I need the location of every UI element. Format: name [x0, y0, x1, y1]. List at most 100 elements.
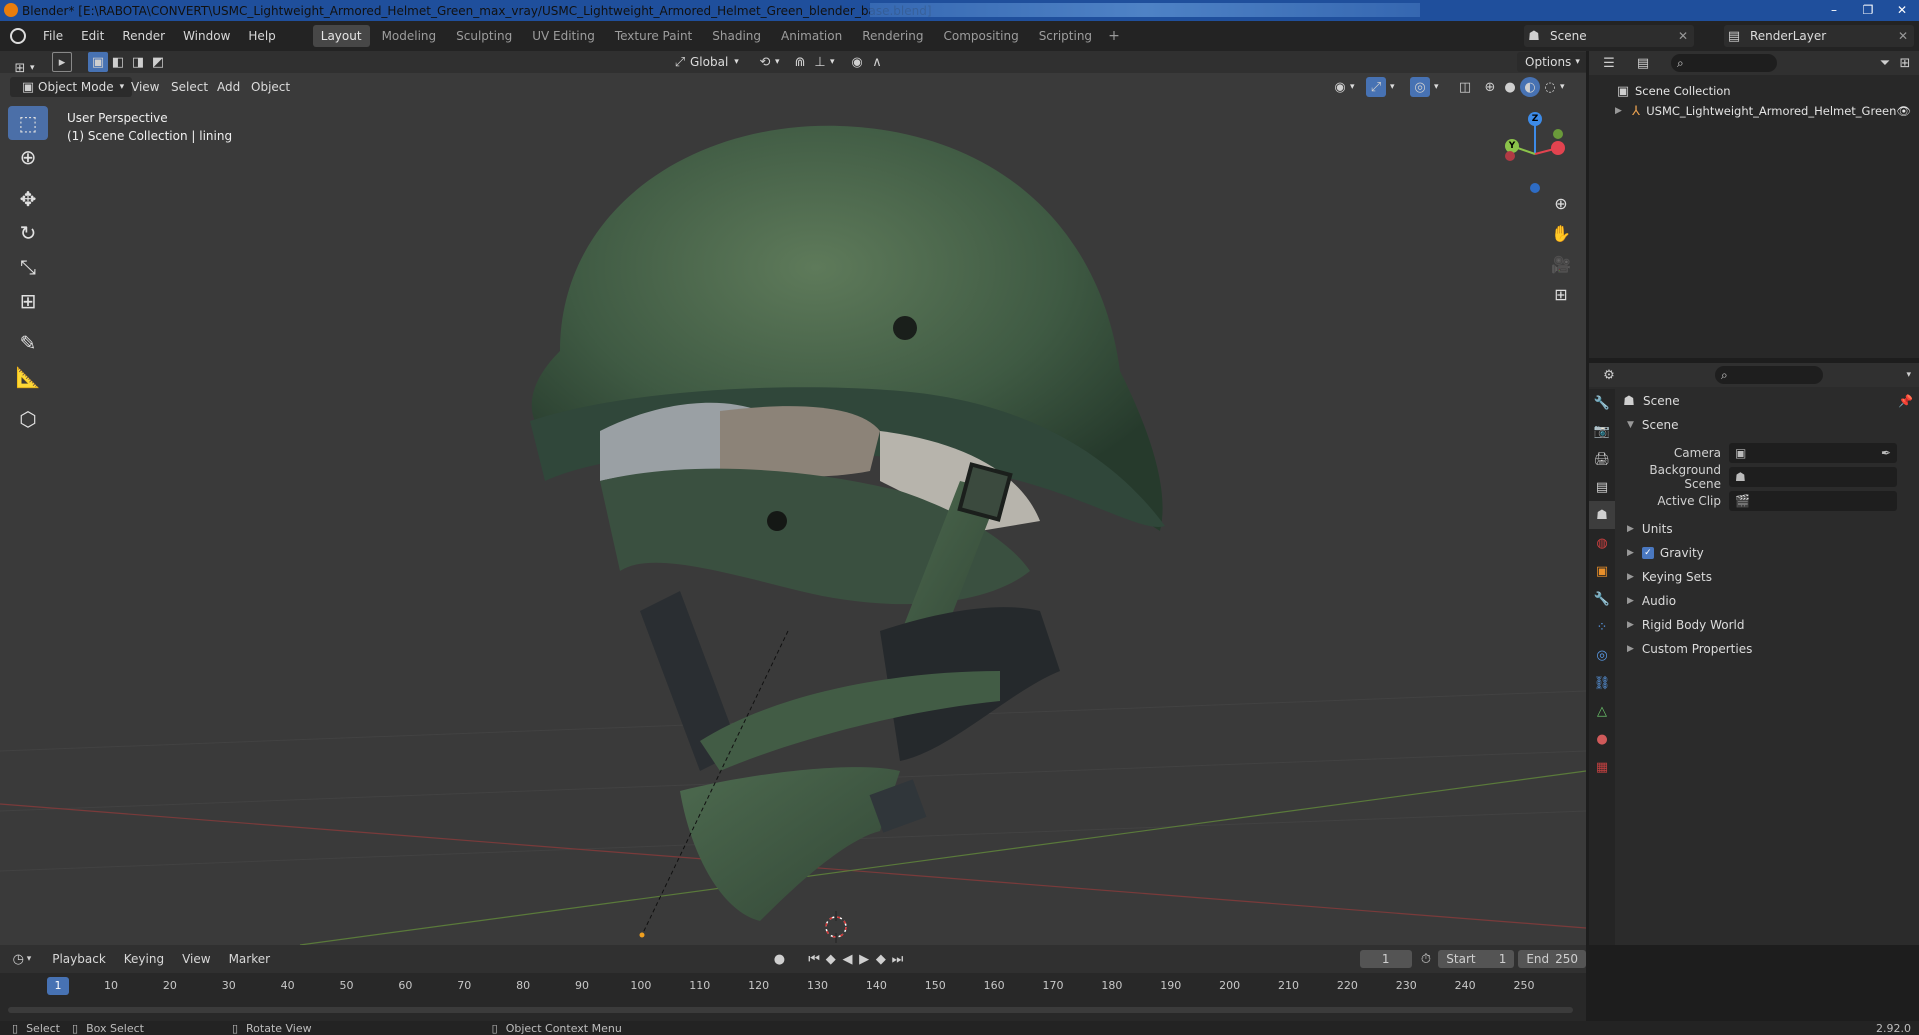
- 3d-viewport[interactable]: ⊞ ▾ ▸ ▣ ◧ ◨ ◩ ⤢ Global ▾ ⟲ ▾ ⋒ ⊥ ▾ ◉ ∧ Options ▾ …: [0, 51, 1586, 945]
- select-tool-icon[interactable]: ▸: [52, 52, 72, 72]
- close-button[interactable]: ✕: [1885, 0, 1919, 21]
- expand-arrow-icon[interactable]: ▶: [1615, 106, 1622, 116]
- shading-modes[interactable]: ⊕ ● ◐ ◌ ▾: [1480, 77, 1565, 97]
- wireframe-shading-icon[interactable]: ⊕: [1480, 77, 1500, 97]
- menu-render[interactable]: Render: [113, 29, 174, 43]
- gravity-panel[interactable]: ▶ ✓ Gravity: [1619, 541, 1919, 565]
- proportional-edit-icon[interactable]: ◉ ∧: [847, 52, 887, 72]
- cursor-tool-icon[interactable]: ⊕: [8, 140, 48, 174]
- tab-rendering[interactable]: Rendering: [854, 25, 931, 47]
- timeline-menu-playback[interactable]: Playback: [43, 952, 115, 966]
- editor-type-icon[interactable]: ⊞ ▾: [10, 58, 35, 78]
- display-mode-icon[interactable]: ▤: [1633, 53, 1653, 73]
- timeline-menu-view[interactable]: View: [173, 952, 219, 966]
- viewport-menu-select[interactable]: Select: [171, 77, 208, 97]
- constraints-tab-icon[interactable]: ⛓: [1589, 669, 1615, 697]
- viewport-menu-object[interactable]: Object: [251, 77, 290, 97]
- start-frame-field[interactable]: Start 1: [1438, 950, 1515, 968]
- keying-sets-panel[interactable]: ▶ Keying Sets: [1619, 565, 1919, 589]
- timeline-editor[interactable]: ◷ ▾ Playback Keying View Marker ● ⏮ ◆ ◀ …: [0, 945, 1587, 1021]
- scene-selector[interactable]: ☗ Scene ✕: [1524, 25, 1694, 47]
- material-tab-icon[interactable]: ●: [1589, 725, 1615, 753]
- custom-properties-panel[interactable]: ▶ Custom Properties: [1619, 637, 1919, 661]
- units-panel[interactable]: ▶ Units: [1619, 517, 1919, 541]
- menu-help[interactable]: Help: [239, 29, 284, 43]
- snap-icon[interactable]: ⋒ ⊥ ▾: [790, 52, 835, 72]
- end-frame-field[interactable]: End 250: [1518, 950, 1587, 968]
- menu-file[interactable]: File: [34, 29, 72, 43]
- material-shading-icon[interactable]: ◐: [1520, 77, 1540, 97]
- output-tab-icon[interactable]: 🖨: [1589, 445, 1615, 473]
- tab-texture-paint[interactable]: Texture Paint: [607, 25, 700, 47]
- menu-edit[interactable]: Edit: [72, 29, 113, 43]
- viewport-menu-view[interactable]: View: [131, 77, 159, 97]
- timeline-menu-marker[interactable]: Marker: [220, 952, 279, 966]
- jump-keyframe-back-icon[interactable]: ◆: [822, 949, 839, 969]
- new-collection-icon[interactable]: ⊞: [1895, 53, 1915, 73]
- current-frame-field[interactable]: 1: [1359, 950, 1412, 968]
- rigid-body-world-panel[interactable]: ▶ Rigid Body World: [1619, 613, 1919, 637]
- view-layer-tab-icon[interactable]: ▤: [1589, 473, 1615, 501]
- play-icon[interactable]: ▶: [856, 949, 873, 969]
- transform-orientation[interactable]: ⤢ Global ▾: [670, 52, 739, 72]
- scene-tab-icon[interactable]: ☗: [1589, 501, 1615, 529]
- tab-sculpting[interactable]: Sculpting: [448, 25, 520, 47]
- camera-view-icon[interactable]: 🎥: [1548, 252, 1574, 278]
- object-mode-dropdown[interactable]: ▣ Object Mode ▾: [10, 77, 133, 97]
- timeline-menu-keying[interactable]: Keying: [115, 952, 173, 966]
- overlay-toggle-icon[interactable]: ◎ ▾: [1410, 77, 1439, 97]
- timeline-scrollbar[interactable]: [8, 1007, 1573, 1013]
- annotate-tool-icon[interactable]: ✎: [8, 326, 48, 360]
- pivot-point-icon[interactable]: ⟲ ▾: [755, 52, 780, 72]
- solid-shading-icon[interactable]: ●: [1500, 77, 1520, 97]
- viewport-menu-add[interactable]: Add: [217, 77, 240, 97]
- pin-icon[interactable]: 📌: [1898, 394, 1913, 408]
- timeline-editor-type-icon[interactable]: ◷: [10, 949, 27, 969]
- blender-menu-icon[interactable]: [10, 28, 26, 44]
- scale-tool-icon[interactable]: ⤡: [8, 250, 48, 284]
- restore-button[interactable]: ❐: [1851, 0, 1885, 21]
- navigation-gizmo[interactable]: Z Y: [1500, 106, 1570, 196]
- object-tab-icon[interactable]: ▣: [1589, 557, 1615, 585]
- record-icon[interactable]: ●: [771, 949, 788, 969]
- jump-end-icon[interactable]: ⏭: [889, 949, 906, 969]
- measure-tool-icon[interactable]: 📐: [8, 360, 48, 394]
- view-layer-close-icon[interactable]: ✕: [1898, 29, 1908, 43]
- audio-panel[interactable]: ▶ Audio: [1619, 589, 1919, 613]
- gizmo-z-axis[interactable]: Z: [1528, 112, 1542, 126]
- gizmo-neg-z-axis[interactable]: [1530, 183, 1540, 193]
- tab-compositing[interactable]: Compositing: [935, 25, 1026, 47]
- tab-shading[interactable]: Shading: [704, 25, 769, 47]
- gizmo-toggle-icon[interactable]: ⤢ ▾: [1366, 77, 1395, 97]
- gizmo-x-axis[interactable]: [1551, 141, 1565, 155]
- modifier-tab-icon[interactable]: 🔧: [1589, 585, 1615, 613]
- timeline-ruler[interactable]: 1 10 20 30 40 50 60 70 80 90 100 110 120 130 140 150 16…: [0, 973, 1586, 999]
- move-tool-icon[interactable]: ✥: [8, 182, 48, 216]
- outliner-scene-collection[interactable]: ▣ Scene Collection: [1589, 81, 1919, 101]
- outliner-item[interactable]: ▶ ⅄ USMC_Lightweight_Armored_Helmet_Gree…: [1589, 101, 1919, 121]
- visibility-icon[interactable]: ◉ ▾: [1330, 77, 1354, 97]
- play-reverse-icon[interactable]: ◀: [839, 949, 856, 969]
- gizmo-neg-x-axis[interactable]: [1505, 151, 1515, 161]
- camera-field[interactable]: ▣ ✒: [1729, 443, 1897, 463]
- texture-tab-icon[interactable]: ▦: [1589, 753, 1615, 781]
- scene-section-header[interactable]: ▼ Scene: [1619, 413, 1919, 437]
- tab-animation[interactable]: Animation: [773, 25, 850, 47]
- world-tab-icon[interactable]: ◍: [1589, 529, 1615, 557]
- tab-scripting[interactable]: Scripting: [1031, 25, 1100, 47]
- selection-mode-icons[interactable]: ▣ ◧ ◨ ◩: [88, 52, 168, 72]
- render-tab-icon[interactable]: 📷: [1589, 417, 1615, 445]
- jump-start-icon[interactable]: ⏮: [806, 949, 823, 969]
- rotate-tool-icon[interactable]: ↻: [8, 216, 48, 250]
- xray-toggle-icon[interactable]: ◫: [1455, 77, 1475, 97]
- stopwatch-icon[interactable]: ⏱: [1418, 949, 1435, 969]
- zoom-icon[interactable]: ⊕: [1548, 191, 1574, 217]
- menu-window[interactable]: Window: [174, 29, 239, 43]
- scene-close-icon[interactable]: ✕: [1678, 29, 1688, 43]
- outliner-editor-type-icon[interactable]: ☰: [1599, 53, 1619, 73]
- gizmo-neg-y-axis[interactable]: [1553, 129, 1563, 139]
- tool-tab-icon[interactable]: 🔧: [1589, 389, 1615, 417]
- properties-search-input[interactable]: ⌕: [1715, 366, 1823, 384]
- jump-keyframe-forward-icon[interactable]: ◆: [872, 949, 889, 969]
- options-button[interactable]: Options ▾: [1517, 52, 1586, 72]
